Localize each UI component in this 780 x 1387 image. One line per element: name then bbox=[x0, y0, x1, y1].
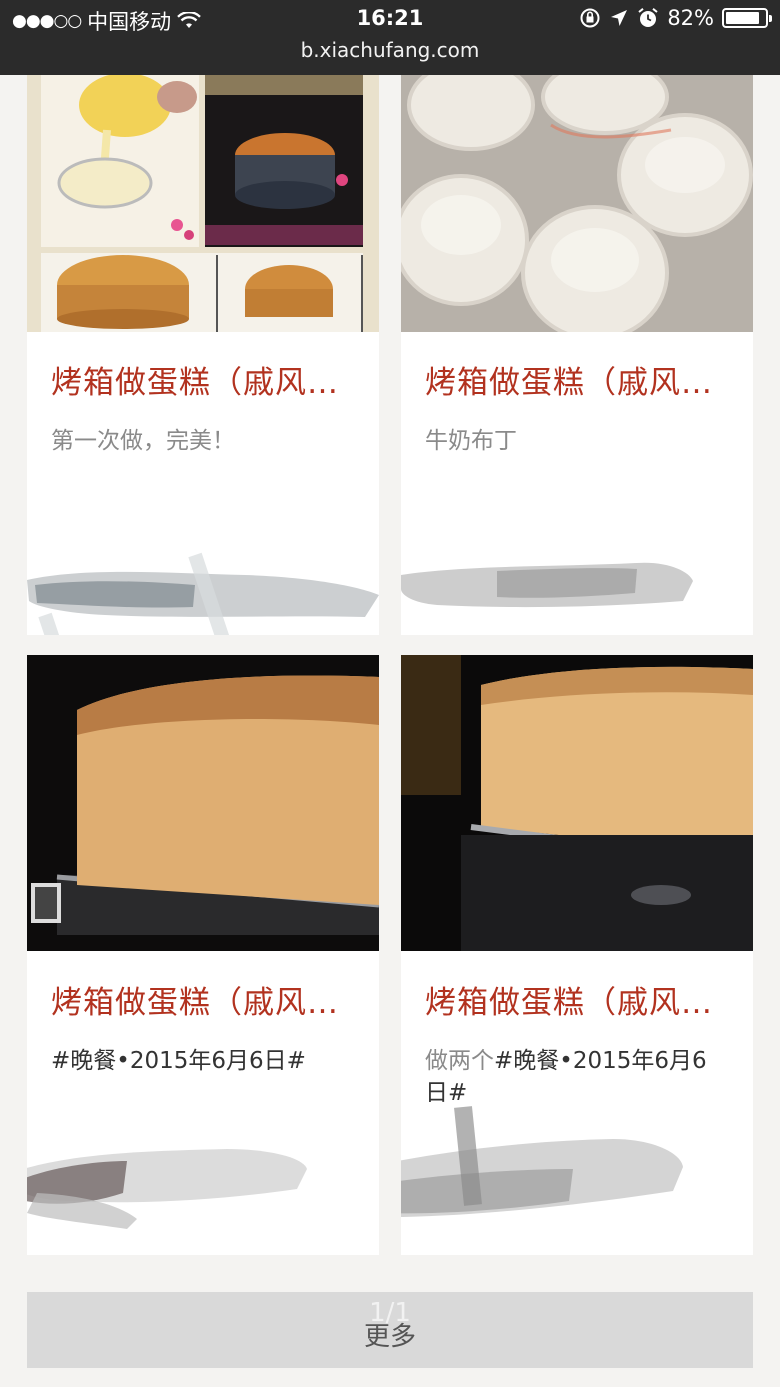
rotation-lock-icon bbox=[580, 8, 600, 28]
description-prefix: 做两个 bbox=[425, 1048, 494, 1074]
card-description: 牛奶布丁 bbox=[425, 428, 517, 454]
cake-making-collage[interactable] bbox=[27, 75, 379, 332]
alarm-clock-icon bbox=[638, 8, 658, 27]
status-bar: ●●●○○ 中国移动 16:21 82% b.xiachufang.com bbox=[0, 0, 780, 75]
card-title[interactable]: 烤箱做蛋糕（戚风… bbox=[51, 977, 359, 1022]
card-description: 做两个#晚餐•2015年6月6日# bbox=[425, 1045, 723, 1109]
status-icons: 82% bbox=[579, 6, 772, 30]
redaction-smudge bbox=[27, 1149, 307, 1229]
recipe-card[interactable]: 烤箱做蛋糕（戚风… #晚餐•2015年6月6日# bbox=[27, 655, 379, 1255]
card-title[interactable]: 烤箱做蛋糕（戚风… bbox=[51, 357, 359, 402]
milk-pudding-cups[interactable] bbox=[401, 75, 753, 332]
load-more-label: 更多 bbox=[363, 1322, 416, 1352]
load-more-button[interactable]: 1/1 更多 bbox=[27, 1292, 753, 1368]
redaction-smudge bbox=[27, 552, 379, 635]
chiffon-cake-closeup[interactable] bbox=[27, 655, 379, 951]
redaction-smudge bbox=[401, 1106, 683, 1217]
card-description: 第一次做，完美！ bbox=[51, 428, 235, 454]
battery-percent: 82% bbox=[667, 6, 714, 30]
card-description: #晚餐•2015年6月6日# bbox=[51, 1048, 306, 1074]
card-title[interactable]: 烤箱做蛋糕（戚风… bbox=[425, 357, 733, 402]
battery-icon bbox=[722, 8, 772, 28]
chiffon-cake-closeup-2[interactable] bbox=[401, 655, 753, 951]
recipe-card[interactable]: 烤箱做蛋糕（戚风… 第一次做，完美！ bbox=[27, 75, 379, 635]
recipe-card[interactable]: 烤箱做蛋糕（戚风… 牛奶布丁 bbox=[401, 75, 753, 635]
redaction-smudge bbox=[401, 562, 693, 608]
card-title[interactable]: 烤箱做蛋糕（戚风… bbox=[425, 977, 733, 1022]
location-arrow-icon bbox=[611, 10, 628, 26]
address-bar-url[interactable]: b.xiachufang.com bbox=[0, 38, 780, 62]
recipe-card[interactable]: 烤箱做蛋糕（戚风… 做两个#晚餐•2015年6月6日# bbox=[401, 655, 753, 1255]
